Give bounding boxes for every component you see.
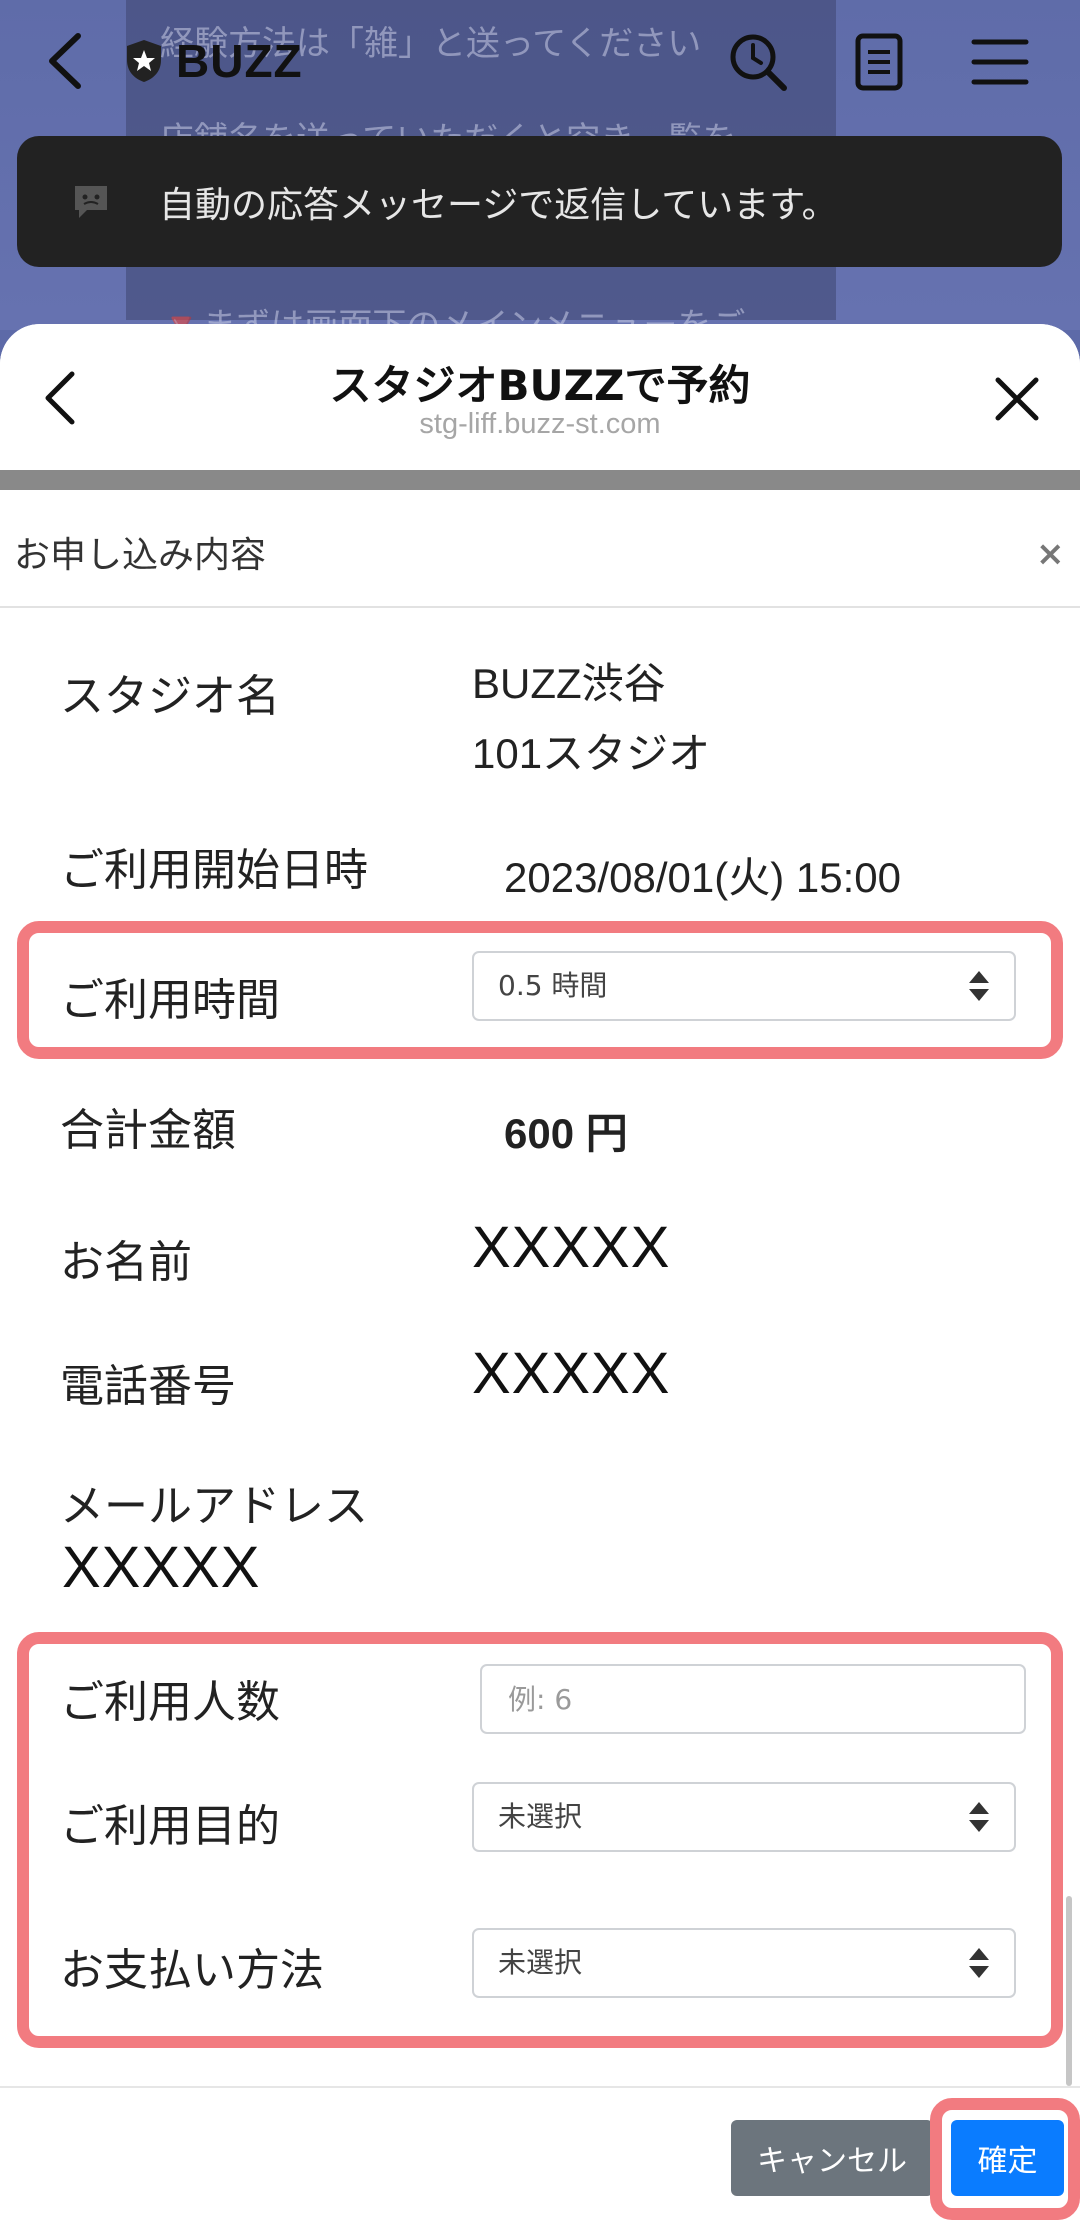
start-label: ご利用開始日時	[60, 845, 368, 896]
sheet-close-icon[interactable]	[994, 376, 1040, 422]
brand-name: BUZZ	[176, 35, 303, 87]
phone-value: XXXXX	[472, 1341, 671, 1406]
payment-label: お支払い方法	[60, 1945, 324, 1996]
studio-name-line1: BUZZ渋谷	[472, 660, 666, 707]
sheet-url: stg-liff.buzz-st.com	[419, 408, 661, 440]
phone-label: 電話番号	[60, 1361, 236, 1412]
brand: BUZZ	[124, 30, 303, 92]
duration-select-value: 0.5 時間	[498, 969, 608, 1002]
scrollbar[interactable]	[1066, 1896, 1072, 2086]
people-label: ご利用人数	[60, 1677, 280, 1728]
divider	[0, 470, 1080, 490]
purpose-label: ご利用目的	[60, 1801, 280, 1852]
email-value: XXXXX	[62, 1535, 261, 1600]
shield-star-icon	[127, 40, 161, 82]
total-label: 合計金額	[60, 1105, 236, 1156]
start-value: 2023/08/01(火) 15:00	[504, 854, 901, 901]
select-arrows-icon	[969, 971, 989, 1001]
sheet-header: スタジオBUZZで予約 stg-liff.buzz-st.com	[0, 324, 1080, 470]
liff-sheet: スタジオBUZZで予約 stg-liff.buzz-st.com お申し込み内容…	[0, 324, 1080, 2220]
menu-icon[interactable]	[968, 30, 1032, 94]
select-arrows-icon	[969, 1802, 989, 1832]
auto-reply-toast: 自動の応答メッセージで返信しています。	[17, 136, 1062, 267]
payment-select-value: 未選択	[498, 1946, 583, 1979]
total-value: 600 円	[504, 1110, 628, 1157]
toast-text: 自動の応答メッセージで返信しています。	[159, 184, 838, 226]
email-label: メールアドレス	[60, 1481, 368, 1532]
cancel-button[interactable]: キャンセル	[731, 2120, 933, 2196]
studio-name-line2: 101スタジオ	[472, 730, 711, 777]
search-icon[interactable]	[726, 30, 790, 94]
studio-label: スタジオ名	[60, 671, 280, 722]
modal-header: お申し込み内容 ×	[0, 490, 1080, 608]
duration-select[interactable]: 0.5 時間	[472, 951, 1016, 1021]
confirm-button[interactable]: 確定	[951, 2120, 1064, 2196]
people-input[interactable]	[480, 1664, 1026, 1734]
back-arrow-icon[interactable]	[38, 28, 98, 94]
notes-icon[interactable]	[848, 30, 912, 94]
purpose-select-value: 未選択	[498, 1800, 583, 1833]
modal-title: お申し込み内容	[14, 535, 267, 576]
duration-label: ご利用時間	[60, 975, 280, 1026]
payment-select[interactable]: 未選択	[472, 1928, 1016, 1998]
modal-close-button[interactable]: ×	[1036, 534, 1065, 574]
purpose-select[interactable]: 未選択	[472, 1782, 1016, 1852]
name-value: XXXXX	[472, 1215, 671, 1280]
name-label: お名前	[60, 1237, 192, 1288]
divider	[0, 2086, 1080, 2088]
chat-bubble-icon	[75, 185, 107, 218]
select-arrows-icon	[969, 1948, 989, 1978]
chat-topbar: BUZZ	[0, 0, 1080, 122]
sheet-title: スタジオBUZZで予約	[329, 361, 751, 410]
